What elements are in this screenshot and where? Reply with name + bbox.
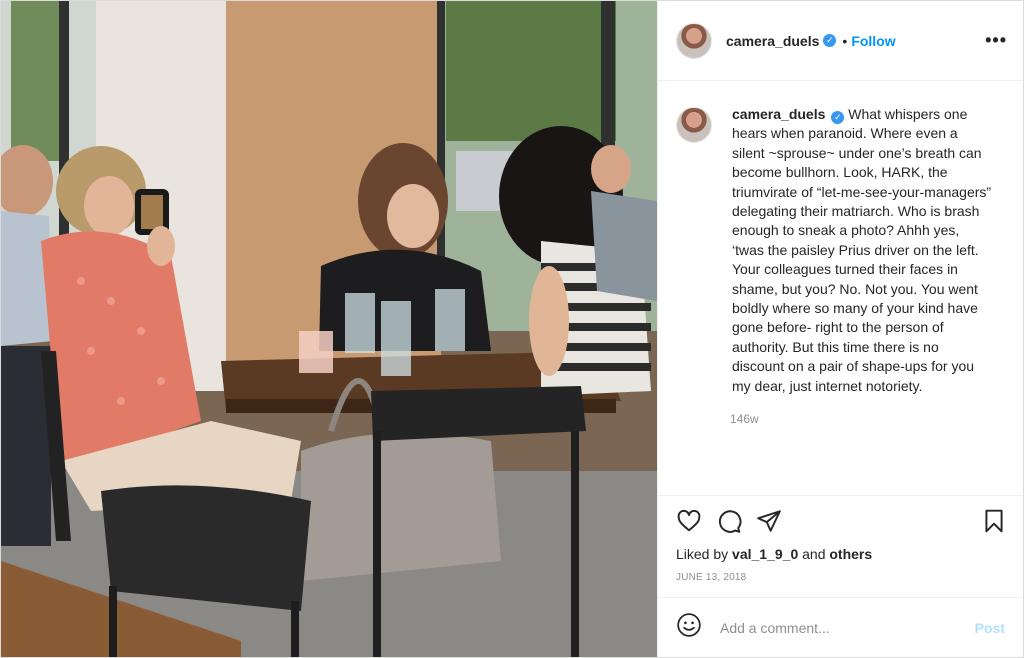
share-icon[interactable]: [756, 508, 782, 539]
add-comment-bar: Post: [658, 597, 1023, 657]
more-options-icon[interactable]: •••: [985, 30, 1007, 51]
post-date[interactable]: JUNE 13, 2018: [676, 572, 1007, 583]
avatar[interactable]: [676, 22, 712, 59]
comment-icon[interactable]: [716, 508, 742, 539]
caption-avatar[interactable]: [676, 107, 712, 143]
verified-badge-icon: ✓: [823, 34, 837, 47]
restaurant-scene-image: [1, 1, 657, 657]
caption-text: What whispers one hears when paranoid. W…: [732, 106, 992, 394]
post-header: camera_duels ✓ • Follow •••: [658, 1, 1023, 81]
verified-badge-icon: ✓: [831, 111, 845, 124]
post-actions: Liked by val_1_9_0 and others JUNE 13, 2…: [658, 495, 1023, 597]
liked-by-user[interactable]: val_1_9_0: [732, 546, 798, 562]
header-username[interactable]: camera_duels: [726, 33, 819, 49]
post-comment-button[interactable]: Post: [975, 620, 1005, 636]
smiley-icon[interactable]: [676, 612, 702, 643]
post-photo[interactable]: [1, 1, 657, 657]
comment-input[interactable]: [718, 618, 975, 637]
caption: camera_duels ✓ What whispers one hears wh…: [732, 105, 992, 396]
comments-area: camera_duels ✓ What whispers one hears wh…: [658, 81, 1023, 495]
follow-button[interactable]: Follow: [851, 33, 895, 49]
liked-by-prefix: Liked by: [676, 546, 729, 562]
caption-username[interactable]: camera_duels: [732, 106, 825, 122]
heart-icon[interactable]: [676, 508, 702, 539]
liked-by-others[interactable]: others: [829, 546, 872, 562]
likes-summary: Liked by val_1_9_0 and others: [676, 546, 1007, 562]
post-dialog: camera_duels ✓ • Follow ••• camera_duels…: [0, 0, 1024, 658]
header-separator: •: [842, 32, 848, 49]
post-details-panel: camera_duels ✓ • Follow ••• camera_duels…: [657, 1, 1023, 657]
liked-by-conj: and: [802, 546, 826, 562]
caption-time-ago[interactable]: 146w: [730, 412, 1005, 426]
bookmark-icon[interactable]: [981, 508, 1007, 539]
action-icon-row: [676, 508, 1007, 538]
caption-row: camera_duels ✓ What whispers one hears wh…: [676, 105, 1005, 396]
